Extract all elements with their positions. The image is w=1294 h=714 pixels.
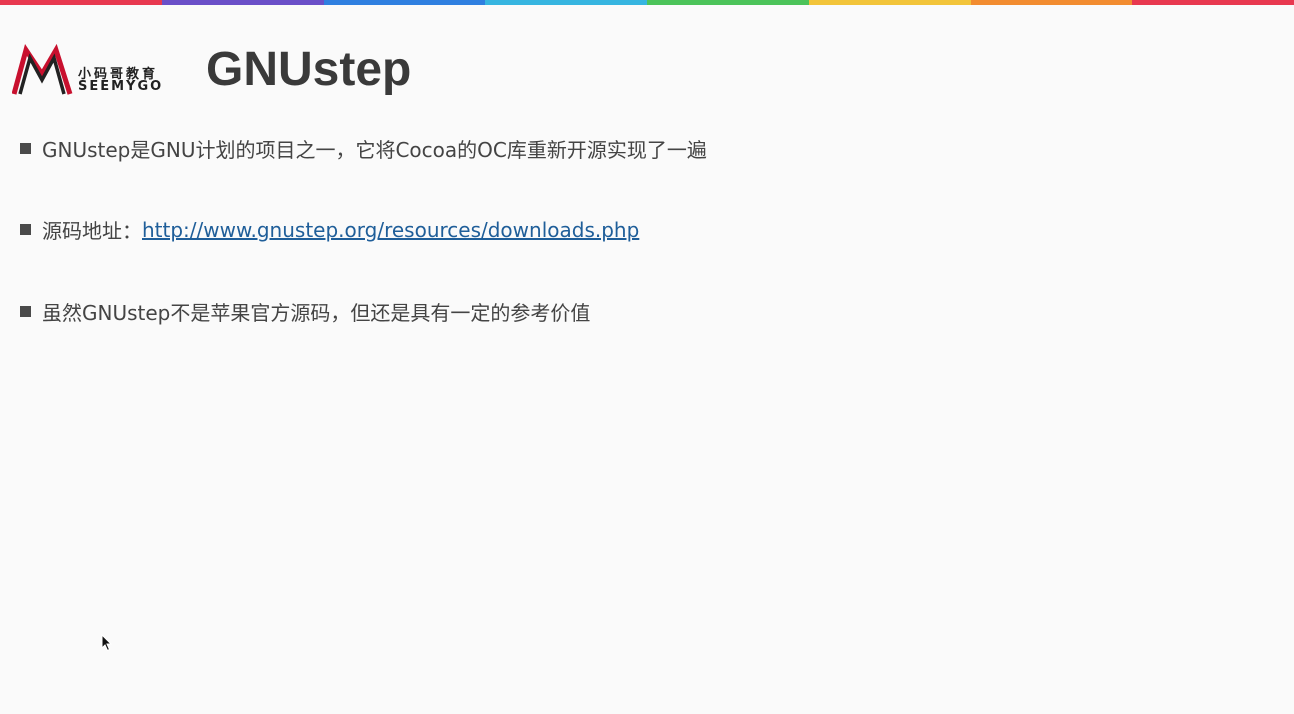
top-color-bar xyxy=(0,0,1294,5)
mouse-cursor-icon xyxy=(101,634,113,652)
color-bar-segment xyxy=(1132,0,1294,5)
bullet-item: 虽然GNUstep不是苹果官方源码，但还是具有一定的参考价值 xyxy=(20,297,590,326)
color-bar-segment xyxy=(647,0,809,5)
color-bar-segment xyxy=(970,0,1133,5)
slide: 小码哥教育 SEEMYGO GNUstep GNUstep是GNU计划的项目之一… xyxy=(0,0,1294,714)
bullet-text: 虽然GNUstep不是苹果官方源码，但还是具有一定的参考价值 xyxy=(42,301,591,325)
square-bullet-icon xyxy=(20,224,31,235)
square-bullet-icon xyxy=(20,143,31,154)
bullet-label: 源码地址： xyxy=(42,219,142,243)
square-bullet-icon xyxy=(20,306,31,317)
seemygo-logo: 小码哥教育 SEEMYGO xyxy=(12,44,182,98)
color-bar-segment xyxy=(485,0,647,5)
color-bar-segment xyxy=(323,0,486,5)
color-bar-segment xyxy=(808,0,971,5)
slide-title: GNUstep xyxy=(206,43,412,96)
bullet-item: 源码地址： http://www.gnustep.org/resources/d… xyxy=(20,215,639,244)
bullet-item: GNUstep是GNU计划的项目之一，它将Cocoa的OC库重新开源实现了一遍 xyxy=(20,134,707,163)
bullet-text: GNUstep是GNU计划的项目之一，它将Cocoa的OC库重新开源实现了一遍 xyxy=(42,138,707,162)
logo-english-text: SEEMYGO xyxy=(78,79,164,94)
logo-m-icon xyxy=(12,44,73,95)
source-code-link[interactable]: http://www.gnustep.org/resources/downloa… xyxy=(142,218,639,242)
color-bar-segment xyxy=(161,0,324,5)
color-bar-segment xyxy=(0,0,162,5)
